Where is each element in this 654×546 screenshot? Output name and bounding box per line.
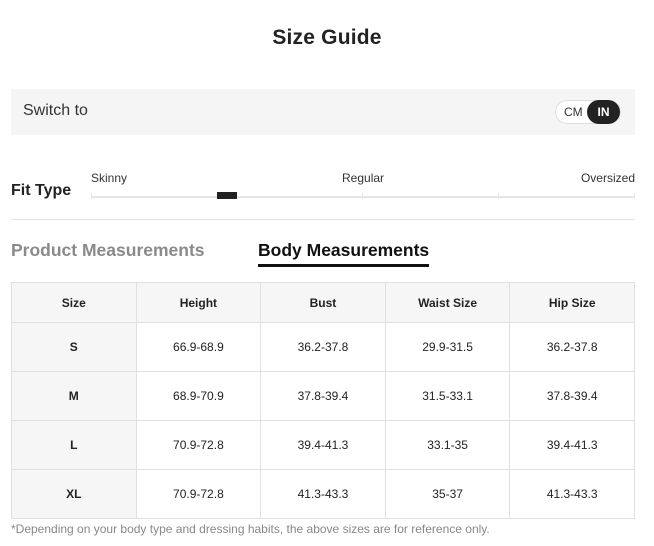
waist-cell: 31.5-33.1	[384, 371, 511, 421]
fit-regular-label: Regular	[342, 171, 385, 185]
header-height: Height	[135, 282, 262, 323]
bust-cell: 36.2-37.8	[260, 322, 386, 372]
fit-tick	[634, 193, 635, 199]
table-header-row: Size Height Bust Waist Size Hip Size	[11, 282, 635, 323]
unit-toggle[interactable]: CM IN	[555, 100, 621, 124]
size-cell: S	[11, 322, 137, 372]
header-waist: Waist Size	[384, 282, 511, 323]
unit-switch-bar: Switch to CM IN	[11, 89, 635, 135]
unit-cm-option[interactable]: CM	[564, 105, 583, 119]
section-divider	[11, 219, 635, 220]
fit-indicator	[217, 192, 237, 199]
size-cell: XL	[11, 469, 137, 519]
page-title: Size Guide	[272, 26, 382, 49]
waist-cell: 33.1-35	[384, 420, 511, 470]
hip-cell: 37.8-39.4	[509, 371, 635, 421]
header-size: Size	[11, 282, 137, 323]
unit-in-option[interactable]: IN	[587, 100, 620, 124]
height-cell: 70.9-72.8	[135, 420, 262, 470]
bust-cell: 39.4-41.3	[260, 420, 386, 470]
footnote: *Depending on your body type and dressin…	[11, 522, 490, 536]
size-cell: L	[11, 420, 137, 470]
table-row: S 66.9-68.9 36.2-37.8 29.9-31.5 36.2-37.…	[11, 322, 635, 372]
size-cell: M	[11, 371, 137, 421]
header-hip: Hip Size	[509, 282, 635, 323]
hip-cell: 41.3-43.3	[509, 469, 635, 519]
fit-type-label: Fit Type	[11, 182, 72, 199]
fit-oversized-label: Oversized	[580, 171, 635, 185]
hip-cell: 36.2-37.8	[509, 322, 635, 372]
fit-scale-track	[91, 193, 635, 199]
bust-cell: 41.3-43.3	[260, 469, 386, 519]
height-cell: 68.9-70.9	[135, 371, 262, 421]
switch-label: Switch to	[23, 102, 88, 119]
fit-tick	[498, 193, 499, 199]
bust-cell: 37.8-39.4	[260, 371, 386, 421]
waist-cell: 29.9-31.5	[384, 322, 511, 372]
hip-cell: 39.4-41.3	[509, 420, 635, 470]
height-cell: 70.9-72.8	[135, 469, 262, 519]
fit-tick	[362, 193, 363, 199]
fit-tick	[91, 193, 92, 199]
table-row: XL 70.9-72.8 41.3-43.3 35-37 41.3-43.3	[11, 469, 635, 519]
table-row: M 68.9-70.9 37.8-39.4 31.5-33.1 37.8-39.…	[11, 371, 635, 421]
size-table: Size Height Bust Waist Size Hip Size S 6…	[11, 282, 635, 519]
header-bust: Bust	[260, 282, 386, 323]
waist-cell: 35-37	[384, 469, 511, 519]
tab-body-measurements[interactable]: Body Measurements	[258, 240, 430, 267]
tab-product-measurements[interactable]: Product Measurements	[11, 240, 205, 261]
height-cell: 66.9-68.9	[135, 322, 262, 372]
fit-skinny-label: Skinny	[91, 171, 128, 185]
table-row: L 70.9-72.8 39.4-41.3 33.1-35 39.4-41.3	[11, 420, 635, 470]
